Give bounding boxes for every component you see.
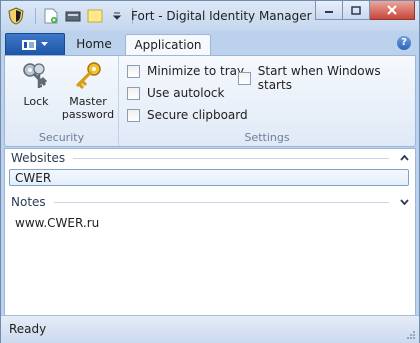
tab-home[interactable]: Home [69,34,119,55]
status-text: Ready [9,322,47,336]
main-content: Websites CWER Notes www.CWER.ru [4,148,416,316]
settings-group-label: Settings [244,131,290,144]
divider [73,157,389,159]
websites-section-header[interactable]: Websites [11,150,409,166]
divider [53,201,389,203]
app-window: Fort - Digital Identity Manager Home App… [0,0,420,343]
checkbox-box[interactable] [127,108,140,122]
websites-header-label: Websites [11,151,66,165]
use-autolock-checkbox[interactable]: Use autolock [127,86,224,100]
master-password-label-line2: password [61,108,115,121]
new-file-icon[interactable] [42,7,60,25]
start-with-windows-checkbox[interactable]: Start when Windows starts [238,64,415,92]
lock-button[interactable]: Lock [13,61,59,108]
checkbox-box[interactable] [238,71,251,85]
minimize-to-tray-label: Minimize to tray [147,64,245,78]
security-group-label: Security [38,131,85,144]
master-password-button[interactable]: Master password [61,61,115,121]
security-group: Lock Master password Security [5,56,119,146]
chevron-down-icon [41,42,48,46]
ribbon-panel: Lock Master password Security Minimize t… [4,55,416,147]
secure-clipboard-checkbox[interactable]: Secure clipboard [127,108,248,122]
notes-section-header[interactable]: Notes [11,194,409,210]
application-menu-button[interactable] [5,33,65,56]
start-with-windows-label: Start when Windows starts [257,64,381,92]
dropdown-icon[interactable] [108,7,126,25]
close-button[interactable] [370,1,415,20]
checkbox-box[interactable] [127,86,140,100]
checkbox-box[interactable] [127,64,140,78]
list-item[interactable]: CWER [9,169,409,186]
maximize-button[interactable] [343,1,370,20]
ribbon-tab-row: Home Application ? [1,31,419,56]
quick-access-toolbar [33,7,135,25]
notes-header-label: Notes [11,195,46,209]
minimize-button[interactable] [315,1,343,20]
master-password-label-line1: Master [69,95,107,108]
tab-application[interactable]: Application [125,34,211,56]
collapse-chevron-icon[interactable] [399,197,409,207]
collapse-chevron-icon[interactable] [399,153,409,163]
status-bar: Ready [1,315,419,343]
secure-clipboard-label: Secure clipboard [147,108,248,122]
resize-grip-icon[interactable] [406,330,416,340]
title-bar: Fort - Digital Identity Manager [1,1,419,31]
save-icon[interactable] [64,7,82,25]
window-controls [315,1,415,20]
qat-separator [35,8,36,24]
note-icon[interactable] [86,7,104,25]
shield-app-icon[interactable] [8,7,24,25]
lock-label: Lock [23,95,49,108]
menu-icon [22,39,36,50]
help-icon[interactable]: ? [397,36,411,50]
minimize-to-tray-checkbox[interactable]: Minimize to tray [127,64,244,78]
notes-text[interactable]: www.CWER.ru [15,216,99,230]
key-icon [76,62,101,89]
settings-group: Minimize to tray Start when Windows star… [119,56,415,146]
window-title: Fort - Digital Identity Manager [131,9,312,23]
keys-icon [23,63,48,88]
use-autolock-label: Use autolock [147,86,225,100]
